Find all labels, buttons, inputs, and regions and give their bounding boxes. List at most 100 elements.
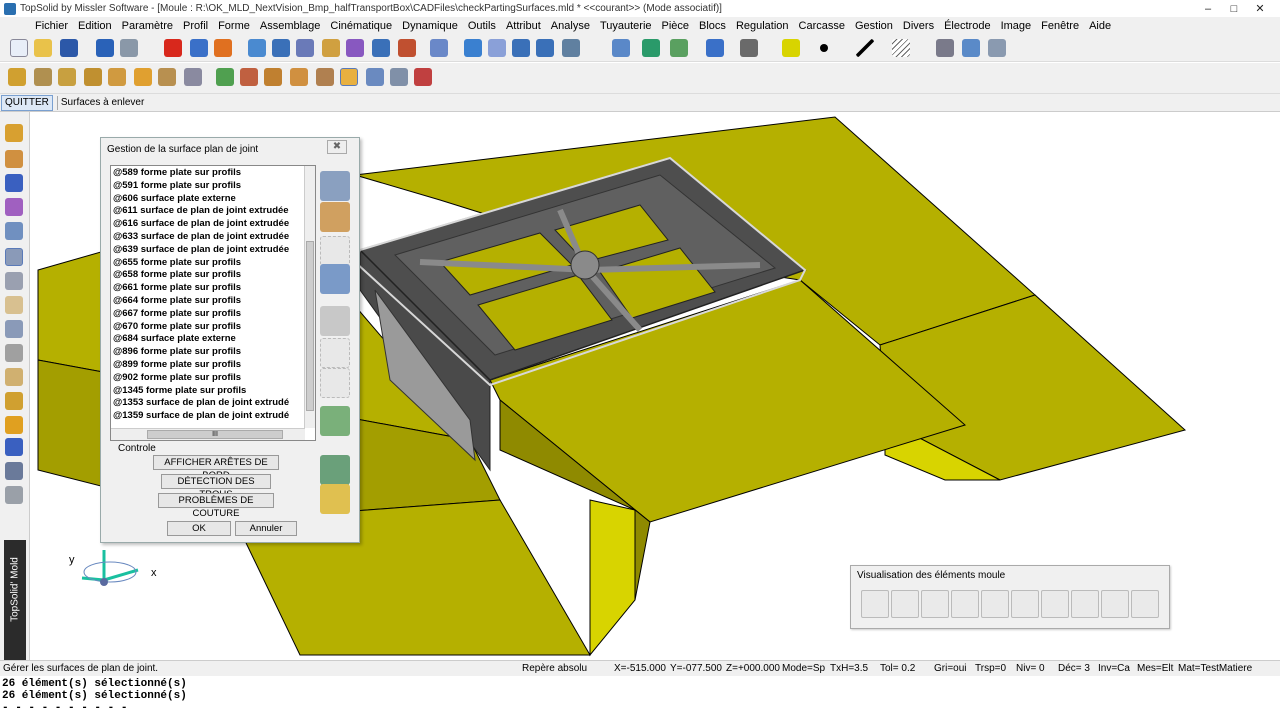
palette-icon[interactable] — [398, 39, 416, 57]
view-mold-base-icon[interactable] — [1101, 590, 1129, 618]
pointer-icon[interactable] — [248, 39, 266, 57]
ok-button[interactable]: OK — [167, 521, 231, 536]
list-item[interactable]: @896 forme plate sur profils — [113, 345, 241, 358]
view-table-icon[interactable] — [1071, 590, 1099, 618]
mold-tool-2-icon[interactable] — [34, 68, 52, 86]
menu-tuyauterie[interactable]: Tuyauterie — [595, 20, 657, 32]
parting-surface-tool-icon[interactable] — [340, 68, 358, 86]
pin-icon[interactable] — [5, 344, 23, 362]
mold-tool-15-icon[interactable] — [366, 68, 384, 86]
view-cube-icon[interactable] — [5, 486, 23, 504]
menu-piece[interactable]: Pièce — [657, 20, 695, 32]
sketch-icon[interactable] — [5, 124, 23, 142]
visibility-icon[interactable] — [562, 39, 580, 57]
material-icon[interactable] — [988, 39, 1006, 57]
menu-analyse[interactable]: Analyse — [546, 20, 595, 32]
cancel-button[interactable]: Annuler — [235, 521, 297, 536]
block-icon[interactable] — [5, 272, 23, 290]
disabled-tool-2-icon[interactable] — [320, 368, 350, 398]
tools-icon[interactable] — [372, 39, 390, 57]
plate-icon[interactable] — [5, 320, 23, 338]
eraser-icon[interactable] — [214, 39, 232, 57]
quit-button[interactable]: QUITTER — [1, 94, 53, 111]
view-core-icon[interactable] — [861, 590, 889, 618]
mold-tool-13-icon[interactable] — [316, 68, 334, 86]
list-item[interactable]: @658 forme plate sur profils — [113, 268, 241, 281]
mold-tool-11-icon[interactable] — [264, 68, 282, 86]
line-style-icon[interactable] — [856, 39, 874, 57]
view-help-icon[interactable] — [1041, 590, 1069, 618]
mold-tool-7-icon[interactable] — [158, 68, 176, 86]
zoom-icon[interactable] — [612, 39, 630, 57]
hide-surface-icon[interactable] — [320, 306, 350, 336]
list-hscroll-thumb[interactable]: III — [147, 430, 283, 439]
validate-surface-icon[interactable] — [320, 406, 350, 436]
menu-cinematique[interactable]: Cinématique — [325, 20, 397, 32]
add-surface-icon[interactable] — [320, 171, 350, 201]
zoom-fit-icon[interactable] — [642, 39, 660, 57]
menu-aide[interactable]: Aide — [1084, 20, 1116, 32]
layers-icon[interactable] — [670, 39, 688, 57]
menu-image[interactable]: Image — [996, 20, 1037, 32]
menu-forme[interactable]: Forme — [213, 20, 255, 32]
measure-icon[interactable] — [272, 39, 290, 57]
filter-icon[interactable] — [512, 39, 530, 57]
menu-gestion[interactable]: Gestion — [850, 20, 898, 32]
list-scroll-thumb[interactable] — [306, 241, 314, 411]
list-item[interactable]: @611 surface de plan de joint extrudée — [113, 204, 289, 217]
printer-2-icon[interactable] — [936, 39, 954, 57]
list-vertical-scrollbar[interactable] — [304, 166, 315, 428]
list-item[interactable]: @633 surface de plan de joint extrudée — [113, 230, 289, 243]
show-surface-icon[interactable] — [320, 202, 350, 232]
list-item[interactable]: @639 surface de plan de joint extrudée — [113, 243, 289, 256]
surface-list[interactable]: @589 forme plate sur profils @591 forme … — [110, 165, 316, 441]
menu-divers[interactable]: Divers — [898, 20, 939, 32]
view-eye-icon[interactable] — [1131, 590, 1159, 618]
list-item[interactable]: @667 forme plate sur profils — [113, 307, 241, 320]
list-item[interactable]: @1353 surface de plan de joint extrudé — [113, 396, 289, 409]
menu-parametre[interactable]: Paramètre — [117, 20, 178, 32]
view-cavity-icon[interactable] — [891, 590, 919, 618]
show-edges-button[interactable]: AFFICHER ARÊTES DE BORD — [153, 455, 279, 481]
view-plates-icon[interactable] — [921, 590, 949, 618]
minimize-button[interactable]: – — [1196, 0, 1220, 17]
hatch-icon[interactable] — [892, 39, 910, 57]
menu-assemblage[interactable]: Assemblage — [255, 20, 326, 32]
new-file-icon[interactable] — [10, 39, 28, 57]
dialog-close-button[interactable]: ✖ — [327, 140, 347, 154]
cooling-icon[interactable] — [5, 392, 23, 410]
electrode-icon[interactable] — [5, 416, 23, 434]
assembly-icon[interactable] — [5, 222, 23, 240]
hook-icon[interactable] — [536, 39, 554, 57]
properties-icon[interactable] — [962, 39, 980, 57]
list-item[interactable]: @1359 surface de plan de joint extrudé — [113, 409, 289, 422]
list-item[interactable]: @684 surface plate externe — [113, 332, 236, 345]
mold-tool-5-icon[interactable] — [108, 68, 126, 86]
drawing-icon[interactable] — [5, 462, 23, 480]
view-inserts-icon[interactable] — [981, 590, 1009, 618]
undo-icon[interactable] — [190, 39, 208, 57]
mold-tool-6-icon[interactable] — [134, 68, 152, 86]
close-window-button[interactable]: ✕ — [1248, 0, 1272, 17]
list-item[interactable]: @664 forme plate sur profils — [113, 294, 241, 307]
shape-icon[interactable] — [5, 174, 23, 192]
stitching-problems-button[interactable]: PROBLÈMES DE COUTURE — [158, 493, 274, 519]
menu-carcasse[interactable]: Carcasse — [794, 20, 850, 32]
screw-icon[interactable] — [5, 368, 23, 386]
modify-icon[interactable] — [346, 39, 364, 57]
mold-tool-4-icon[interactable] — [84, 68, 102, 86]
hand-icon[interactable] — [322, 39, 340, 57]
save-icon[interactable] — [60, 39, 78, 57]
list-item[interactable]: @899 forme plate sur profils — [113, 358, 241, 371]
menu-outils[interactable]: Outils — [463, 20, 501, 32]
list-item[interactable]: @902 forme plate sur profils — [113, 371, 241, 384]
mold-tool-8-icon[interactable] — [184, 68, 202, 86]
menu-fichier[interactable]: Fichier — [30, 20, 73, 32]
curve-tool-icon[interactable] — [5, 150, 23, 168]
view-icon[interactable] — [706, 39, 724, 57]
menu-regulation[interactable]: Regulation — [731, 20, 794, 32]
detect-holes-button[interactable]: DÉTECTION DES TROUS — [161, 474, 271, 500]
surface-icon[interactable] — [5, 198, 23, 216]
snap-icon[interactable] — [464, 39, 482, 57]
parameters-icon[interactable] — [296, 39, 314, 57]
